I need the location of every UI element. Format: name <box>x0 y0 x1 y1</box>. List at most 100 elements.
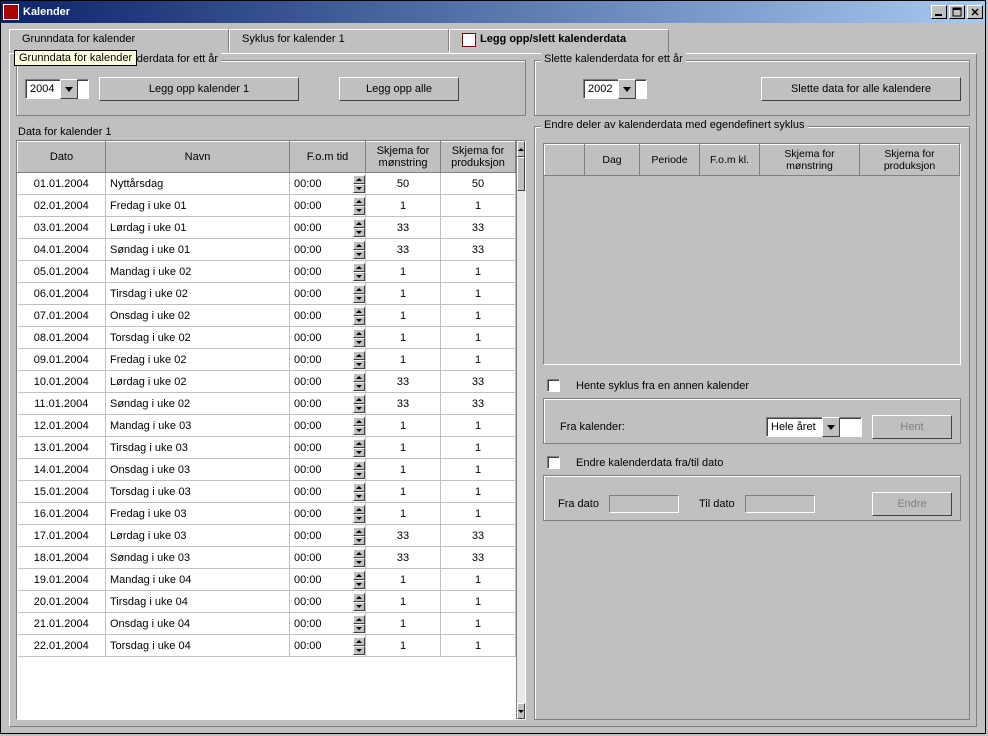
cell-navn[interactable]: Tirsdag i uke 02 <box>106 283 290 305</box>
tab-legg-opp-slett[interactable]: Legg opp/slett kalenderdata <box>449 29 669 53</box>
chk-fetch-cycle[interactable] <box>547 379 560 392</box>
spin-up-icon[interactable] <box>353 637 365 646</box>
table-row[interactable]: 07.01.2004Onsdag i uke 0200:0011 <box>18 305 516 327</box>
table-row[interactable]: 04.01.2004Søndag i uke 0100:003333 <box>18 239 516 261</box>
cell-fom-tid[interactable]: 00:00 <box>290 635 366 657</box>
table-row[interactable]: 12.01.2004Mandag i uke 0300:0011 <box>18 415 516 437</box>
table-row[interactable]: 17.01.2004Lørdag i uke 0300:003333 <box>18 525 516 547</box>
cell-skjema-produksjon[interactable]: 1 <box>441 195 516 217</box>
cell-fom-tid[interactable]: 00:00 <box>290 481 366 503</box>
table-row[interactable]: 03.01.2004Lørdag i uke 0100:003333 <box>18 217 516 239</box>
mini-col-fomkl[interactable]: F.o.m kl. <box>700 145 760 176</box>
spin-up-icon[interactable] <box>353 505 365 514</box>
spin-down-icon[interactable] <box>353 294 365 303</box>
close-button[interactable] <box>967 5 983 19</box>
cell-skjema-produksjon[interactable]: 1 <box>441 459 516 481</box>
spin-up-icon[interactable] <box>353 395 365 404</box>
cell-fom-tid[interactable]: 00:00 <box>290 371 366 393</box>
cell-skjema-produksjon[interactable]: 33 <box>441 547 516 569</box>
spin-down-icon[interactable] <box>353 580 365 589</box>
cell-navn[interactable]: Søndag i uke 03 <box>106 547 290 569</box>
cell-skjema-monstring[interactable]: 1 <box>366 327 441 349</box>
cell-navn[interactable]: Søndag i uke 02 <box>106 393 290 415</box>
mini-col-dag[interactable]: Dag <box>585 145 640 176</box>
year-add-combo[interactable]: 2004 <box>25 79 89 99</box>
time-spinner[interactable] <box>352 549 365 567</box>
spin-up-icon[interactable] <box>353 219 365 228</box>
spin-up-icon[interactable] <box>353 263 365 272</box>
time-spinner[interactable] <box>352 373 365 391</box>
cell-navn[interactable]: Fredag i uke 03 <box>106 503 290 525</box>
cell-dato[interactable]: 09.01.2004 <box>18 349 106 371</box>
cell-skjema-monstring[interactable]: 1 <box>366 591 441 613</box>
time-spinner[interactable] <box>352 483 365 501</box>
col-skjema-monstring[interactable]: Skjema for mønstring <box>366 142 441 173</box>
spin-down-icon[interactable] <box>353 382 365 391</box>
col-dato[interactable]: Dato <box>18 142 106 173</box>
cell-skjema-produksjon[interactable]: 33 <box>441 393 516 415</box>
scroll-thumb[interactable] <box>517 157 525 191</box>
spin-up-icon[interactable] <box>353 483 365 492</box>
cell-skjema-produksjon[interactable]: 1 <box>441 613 516 635</box>
cell-navn[interactable]: Mandag i uke 02 <box>106 261 290 283</box>
cell-navn[interactable]: Onsdag i uke 02 <box>106 305 290 327</box>
time-spinner[interactable] <box>352 417 365 435</box>
spin-down-icon[interactable] <box>353 250 365 259</box>
tab-grunndata[interactable]: Grunndata for kalender <box>9 29 229 51</box>
cell-dato[interactable]: 01.01.2004 <box>18 173 106 195</box>
table-row[interactable]: 19.01.2004Mandag i uke 0400:0011 <box>18 569 516 591</box>
spin-up-icon[interactable] <box>353 439 365 448</box>
spin-down-icon[interactable] <box>353 228 365 237</box>
spin-up-icon[interactable] <box>353 307 365 316</box>
cell-dato[interactable]: 16.01.2004 <box>18 503 106 525</box>
spin-down-icon[interactable] <box>353 536 365 545</box>
mini-col-skjema-produksjon[interactable]: Skjema for produksjon <box>860 145 960 176</box>
spin-down-icon[interactable] <box>353 338 365 347</box>
spin-down-icon[interactable] <box>353 360 365 369</box>
cell-dato[interactable]: 18.01.2004 <box>18 547 106 569</box>
spin-down-icon[interactable] <box>353 602 365 611</box>
cell-dato[interactable]: 05.01.2004 <box>18 261 106 283</box>
cell-skjema-monstring[interactable]: 50 <box>366 173 441 195</box>
to-date-field[interactable] <box>745 495 815 513</box>
cell-fom-tid[interactable]: 00:00 <box>290 305 366 327</box>
cell-skjema-produksjon[interactable]: 1 <box>441 415 516 437</box>
cell-skjema-monstring[interactable]: 1 <box>366 635 441 657</box>
cell-skjema-monstring[interactable]: 33 <box>366 239 441 261</box>
col-fom-tid[interactable]: F.o.m tid <box>290 142 366 173</box>
time-spinner[interactable] <box>352 175 365 193</box>
cell-skjema-produksjon[interactable]: 33 <box>441 371 516 393</box>
cell-skjema-produksjon[interactable]: 1 <box>441 327 516 349</box>
cell-dato[interactable]: 15.01.2004 <box>18 481 106 503</box>
cell-fom-tid[interactable]: 00:00 <box>290 349 366 371</box>
cell-fom-tid[interactable]: 00:00 <box>290 327 366 349</box>
table-row[interactable]: 05.01.2004Mandag i uke 0200:0011 <box>18 261 516 283</box>
spin-down-icon[interactable] <box>353 492 365 501</box>
spin-down-icon[interactable] <box>353 646 365 655</box>
from-cal-combo[interactable]: Hele året <box>766 417 862 437</box>
table-row[interactable]: 18.01.2004Søndag i uke 0300:003333 <box>18 547 516 569</box>
cell-skjema-produksjon[interactable]: 1 <box>441 305 516 327</box>
cell-dato[interactable]: 04.01.2004 <box>18 239 106 261</box>
time-spinner[interactable] <box>352 637 365 655</box>
table-row[interactable]: 01.01.2004Nyttårsdag00:005050 <box>18 173 516 195</box>
cell-dato[interactable]: 22.01.2004 <box>18 635 106 657</box>
table-row[interactable]: 20.01.2004Tirsdag i uke 0400:0011 <box>18 591 516 613</box>
cell-dato[interactable]: 02.01.2004 <box>18 195 106 217</box>
scroll-up-icon[interactable] <box>517 141 525 157</box>
cell-dato[interactable]: 21.01.2004 <box>18 613 106 635</box>
time-spinner[interactable] <box>352 527 365 545</box>
time-spinner[interactable] <box>352 615 365 633</box>
spin-up-icon[interactable] <box>353 417 365 426</box>
cell-fom-tid[interactable]: 00:00 <box>290 547 366 569</box>
col-skjema-produksjon[interactable]: Skjema for produksjon <box>441 142 516 173</box>
spin-up-icon[interactable] <box>353 527 365 536</box>
spin-up-icon[interactable] <box>353 571 365 580</box>
cell-skjema-produksjon[interactable]: 1 <box>441 261 516 283</box>
table-row[interactable]: 21.01.2004Onsdag i uke 0400:0011 <box>18 613 516 635</box>
time-spinner[interactable] <box>352 461 365 479</box>
table-row[interactable]: 06.01.2004Tirsdag i uke 0200:0011 <box>18 283 516 305</box>
time-spinner[interactable] <box>352 395 365 413</box>
cell-skjema-monstring[interactable]: 1 <box>366 283 441 305</box>
time-spinner[interactable] <box>352 307 365 325</box>
